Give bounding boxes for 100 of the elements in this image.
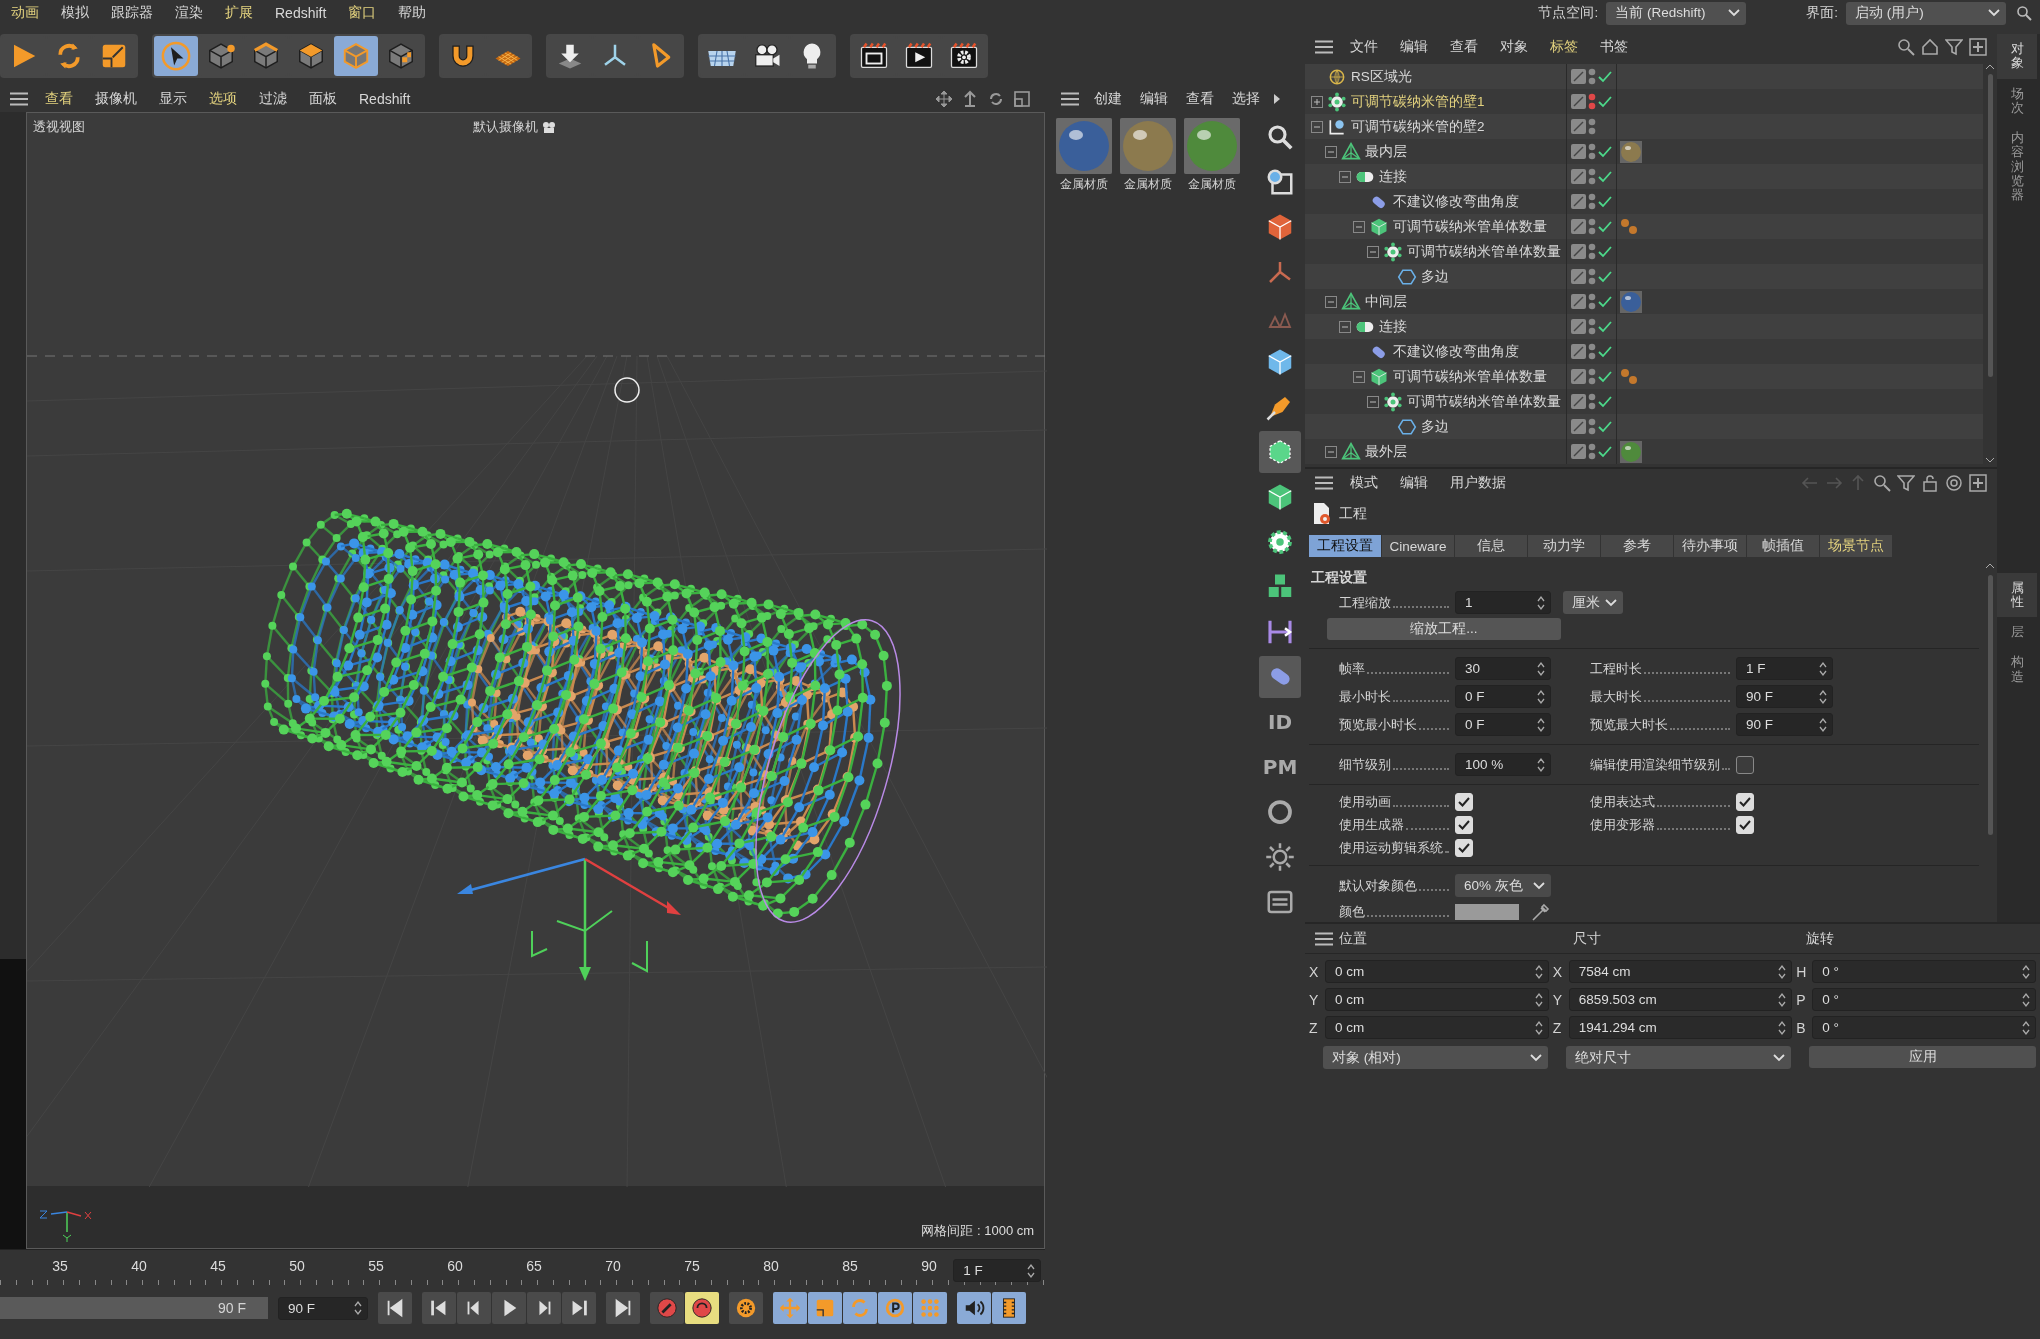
expand-toggle-icon[interactable]: [1339, 170, 1351, 183]
object-name[interactable]: 可调节碳纳米管单体数量: [1393, 367, 1547, 386]
visibility-dots-icon[interactable]: [1588, 117, 1596, 136]
sound-button[interactable]: [957, 1292, 991, 1325]
expand-toggle-icon[interactable]: [1311, 120, 1323, 133]
number-field[interactable]: 1 F: [1736, 657, 1833, 680]
stepper-icon[interactable]: [353, 1300, 363, 1317]
tab[interactable]: 动力学: [1528, 535, 1601, 557]
layer-toggle-icon[interactable]: [1571, 144, 1586, 159]
object-name[interactable]: 不建议修改弯曲角度: [1393, 192, 1519, 211]
unit-dropdown[interactable]: 厘米: [1563, 591, 1623, 614]
menu-item[interactable]: 帮助: [387, 4, 438, 22]
layer-toggle-icon[interactable]: [1571, 219, 1586, 234]
menu-item[interactable]: 过滤: [248, 90, 298, 108]
points-button[interactable]: [913, 1292, 947, 1325]
layer-toggle-icon[interactable]: [1571, 169, 1586, 184]
object-name[interactable]: RS区域光: [1351, 67, 1412, 86]
visibility-dots-icon[interactable]: [1588, 342, 1596, 361]
node-space-dropdown[interactable]: 当前 (Redshift): [1606, 1, 1747, 25]
chevron-down-icon[interactable]: [1988, 9, 2000, 17]
scale-project-button[interactable]: 缩放工程...: [1327, 618, 1561, 640]
film-button[interactable]: [992, 1292, 1026, 1325]
material-preview[interactable]: [1184, 118, 1241, 174]
menu-item[interactable]: 创建: [1085, 90, 1132, 108]
object-name[interactable]: 可调节碳纳米管的壁1: [1351, 92, 1485, 111]
menu-item[interactable]: 对象: [1489, 38, 1539, 56]
search-icon[interactable]: [2016, 5, 2032, 21]
add-icon[interactable]: [1969, 474, 1987, 492]
visibility-dots-icon[interactable]: [1588, 392, 1596, 411]
menu-item[interactable]: 动画: [0, 4, 50, 22]
visibility-dots-icon[interactable]: [1588, 242, 1596, 261]
expand-toggle-icon[interactable]: [1353, 220, 1365, 233]
stepper-icon[interactable]: [2021, 963, 2031, 980]
layer-toggle-icon[interactable]: [1571, 444, 1586, 459]
layer-toggle-icon[interactable]: [1571, 344, 1586, 359]
check-icon[interactable]: [1598, 295, 1612, 308]
expand-toggle-icon[interactable]: [1325, 445, 1337, 458]
chevron-down-icon[interactable]: [1728, 9, 1741, 17]
scroll-up-icon[interactable]: [1985, 64, 1995, 70]
expand-toggle-icon[interactable]: [1325, 145, 1337, 158]
tab[interactable]: 信息: [1455, 535, 1528, 557]
tab[interactable]: 帧插值: [1747, 535, 1820, 557]
tool-button[interactable]: PM: [1259, 746, 1301, 788]
expand-toggle-icon[interactable]: [1325, 295, 1337, 308]
check-icon[interactable]: [1598, 270, 1612, 283]
expand-toggle-icon[interactable]: [1367, 395, 1379, 408]
coordinate-mode-dropdown[interactable]: 对象 (相对): [1323, 1046, 1548, 1069]
stepper-icon[interactable]: [1818, 716, 1828, 733]
menu-item[interactable]: 查看: [34, 90, 84, 108]
object-name[interactable]: 多边: [1421, 417, 1449, 436]
menu-item[interactable]: 模式: [1339, 474, 1389, 492]
number-field[interactable]: 0 °: [1812, 960, 2036, 983]
chevron-down-icon[interactable]: [1533, 881, 1545, 890]
last-button[interactable]: [606, 1292, 640, 1325]
tag-icon[interactable]: [1620, 217, 1638, 236]
menu-item[interactable]: 选项: [198, 90, 248, 108]
stepper-icon[interactable]: [1536, 756, 1546, 773]
stepper-icon[interactable]: [1777, 991, 1788, 1008]
stepper-icon[interactable]: [1533, 991, 1544, 1008]
key-settings-button[interactable]: [729, 1292, 763, 1325]
object-name[interactable]: 多边: [1421, 267, 1449, 286]
material-name[interactable]: 金属材质: [1124, 176, 1173, 193]
number-field[interactable]: 7584 cm: [1568, 960, 1793, 983]
number-field[interactable]: 0 cm: [1325, 960, 1549, 983]
search-icon[interactable]: [1873, 474, 1891, 492]
object-name[interactable]: 连接: [1379, 317, 1407, 336]
layout-dropdown[interactable]: 启动 (用户): [1846, 1, 2006, 25]
check-icon[interactable]: [1598, 70, 1612, 83]
menu-item[interactable]: 编辑: [1389, 38, 1439, 56]
search-icon[interactable]: [1897, 38, 1915, 56]
visibility-dots-icon[interactable]: [1588, 292, 1596, 311]
filter-icon[interactable]: [1945, 38, 1963, 56]
menu-item[interactable]: 查看: [1439, 38, 1489, 56]
prev-key-button[interactable]: [422, 1292, 456, 1325]
viewport[interactable]: 透视视图 默认摄像机 网格间距 : 1000 cm: [26, 112, 1046, 1250]
menu-icon[interactable]: [10, 92, 28, 106]
menu-item[interactable]: 标签: [1539, 38, 1589, 56]
checkbox[interactable]: [1736, 755, 1754, 774]
number-field[interactable]: 30: [1455, 657, 1551, 680]
object-name[interactable]: 可调节碳纳米管的壁2: [1351, 117, 1485, 136]
menu-item[interactable]: 跟踪器: [100, 4, 164, 22]
layer-toggle-icon[interactable]: [1571, 94, 1586, 109]
visibility-dots-icon[interactable]: [1588, 367, 1596, 386]
scale-button[interactable]: [808, 1292, 842, 1325]
axis-gizmo[interactable]: [457, 857, 681, 981]
tool-button[interactable]: ID: [1259, 701, 1301, 743]
stepper-icon[interactable]: [1818, 688, 1828, 705]
check-icon[interactable]: [1598, 445, 1612, 458]
object-name[interactable]: 不建议修改弯曲角度: [1393, 342, 1519, 361]
menu-item[interactable]: 用户数据: [1439, 474, 1517, 492]
menu-icon[interactable]: [1315, 931, 1333, 946]
frame-range-slider[interactable]: 90 F: [0, 1297, 268, 1320]
move-icon[interactable]: [935, 90, 954, 108]
number-field[interactable]: 90 F: [1736, 713, 1833, 736]
object-name[interactable]: 最外层: [1365, 442, 1407, 461]
stepper-icon[interactable]: [1536, 594, 1546, 611]
capsule-tool-button[interactable]: [1259, 656, 1301, 698]
number-field[interactable]: 0 cm: [1325, 988, 1549, 1011]
autokey-button[interactable]: [685, 1292, 719, 1325]
visibility-dots-icon[interactable]: [1588, 67, 1596, 86]
